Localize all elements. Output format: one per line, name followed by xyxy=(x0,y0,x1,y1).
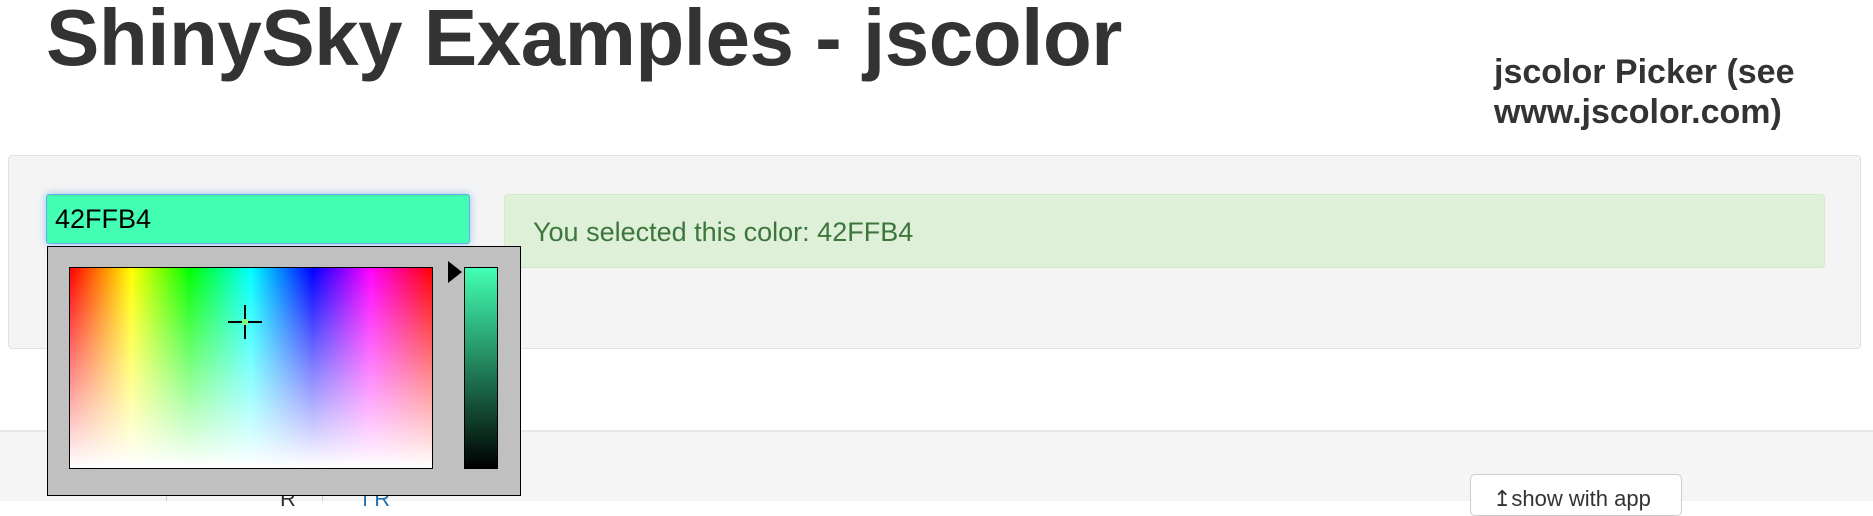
show-with-app-button[interactable]: ↥show with app xyxy=(1470,474,1682,516)
picker-heading: jscolor Picker (see www.jscolor.com) xyxy=(1494,53,1795,131)
page-title: ShinySky Examples - jscolor xyxy=(46,0,1122,82)
color-picker-popup xyxy=(47,246,521,496)
selected-color-alert: You selected this color: 42FFB4 xyxy=(504,194,1825,268)
crosshair-icon[interactable] xyxy=(228,305,262,339)
hue-saturation-pad[interactable] xyxy=(69,267,433,469)
slider-arrow-icon[interactable] xyxy=(448,261,462,283)
value-slider[interactable] xyxy=(464,267,498,469)
selected-color-text: You selected this color: 42FFB4 xyxy=(533,217,914,247)
color-input[interactable] xyxy=(46,194,470,244)
